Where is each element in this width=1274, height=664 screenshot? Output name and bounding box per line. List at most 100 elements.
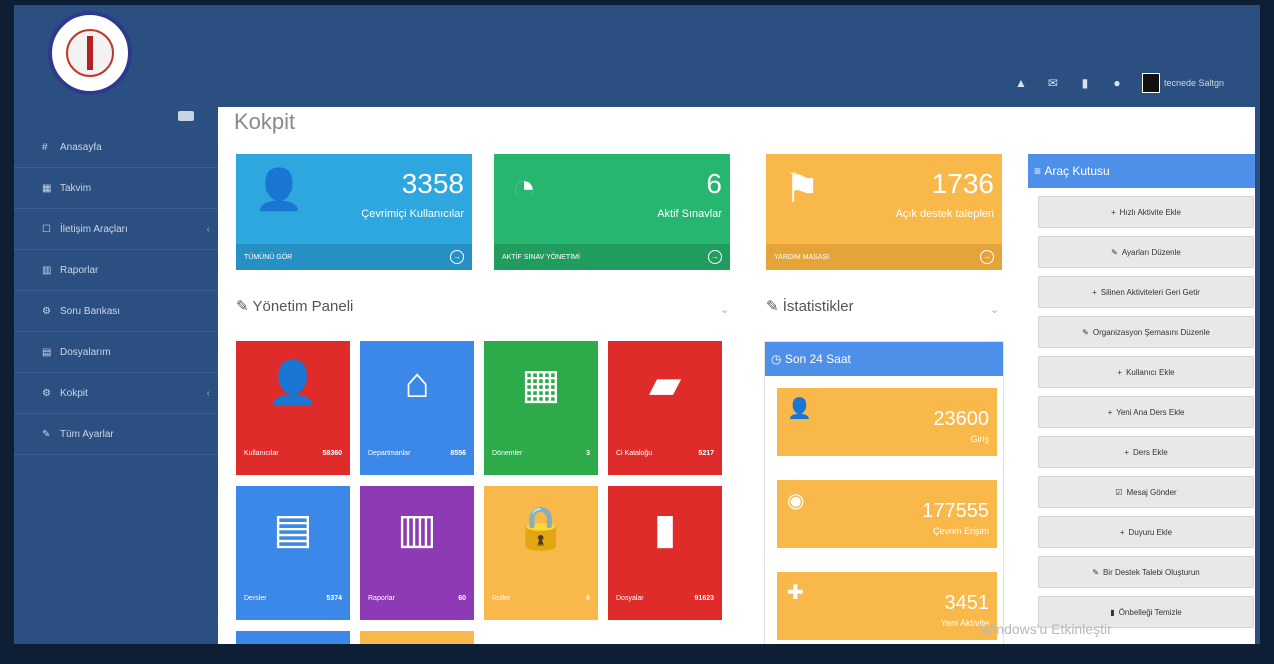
main-content: Kokpit 👤 3358 Çevrimiçi Kullanıcılar TÜM… — [218, 107, 1255, 644]
stat-footer-link[interactable]: YARDIM MASASI → — [766, 244, 1002, 270]
stat-footer-label: TÜMÜNÜ GÖR — [244, 253, 293, 261]
file-icon: ▤ — [42, 346, 52, 358]
screen: ▲ ✉ ▮ ● tecnede Saltgn # Anasayfa ▦ Takvim… — [14, 5, 1260, 644]
chat-icon[interactable]: ● — [1110, 76, 1124, 90]
tile-kullanicilar[interactable]: 👤 Kullanıcılar 58360 — [236, 341, 350, 475]
stat-footer-link[interactable]: TÜMÜNÜ GÖR → — [236, 244, 472, 270]
sidebar-item-label: Raporlar — [60, 264, 99, 276]
chart-icon: ▥ — [397, 505, 437, 552]
plus-icon: + — [1119, 527, 1125, 537]
sidebar-item-soru-bankasi[interactable]: ⚙ Soru Bankası — [14, 291, 218, 332]
tile-dersler[interactable]: ▤ Dersler 5374 — [236, 486, 350, 620]
windows-activation-watermark: Windows'u Etkinleştir — [980, 621, 1112, 637]
button-label: Silinen Aktiviteleri Geri Getir — [1100, 287, 1200, 297]
button-label: Mesaj Gönder — [1126, 487, 1177, 497]
button-label: Duyuru Ekle — [1128, 527, 1173, 537]
trash-icon: ▮ — [1110, 607, 1115, 617]
pencil-icon: ✎ — [1111, 247, 1118, 257]
sidebar-item-takvim[interactable]: ▦ Takvim — [14, 168, 218, 209]
eye-icon: ◉ — [787, 490, 805, 512]
button-label: Bir Destek Talebi Oluşturun — [1102, 567, 1200, 577]
stat-label: Açık destek talepleri — [895, 208, 994, 220]
stat-body: ◔ 6 Aktif Sınavlar — [494, 154, 730, 244]
ayarlari-duzenle-button[interactable]: ✎ Ayarları Düzenle — [1038, 236, 1254, 268]
tile-label: Raporlar — [368, 595, 395, 602]
tile-ci-katalogu[interactable]: ▰ Ci Kataloğu 5217 — [608, 341, 722, 475]
flag-icon: ⚑ — [784, 167, 820, 211]
dashboard-icon: ◔ — [512, 166, 537, 210]
message-icon: ☐ — [42, 223, 51, 235]
wrench-icon: ✎ — [42, 428, 51, 440]
stat-footer-link[interactable]: AKTİF SINAV YÖNETİMİ → — [494, 244, 730, 270]
sidebar-item-dosyalarim[interactable]: ▤ Dosyalarım — [14, 332, 218, 373]
sidebar-toggle-icon[interactable] — [178, 111, 194, 121]
mail-icon[interactable]: ✉ — [1046, 76, 1060, 90]
hizli-aktivite-ekle-button[interactable]: + Hızlı Aktivite Ekle — [1038, 196, 1254, 228]
bookmark-icon[interactable]: ▮ — [1078, 76, 1092, 90]
destek-talebi-button[interactable]: ✎ Bir Destek Talebi Oluşturun — [1038, 556, 1254, 588]
tile-value: 6 — [586, 595, 590, 602]
tile-departmanlar[interactable]: ⌂ Departmanlar 8556 — [360, 341, 474, 475]
list-icon: ≡ — [1034, 164, 1045, 178]
header-icons: ▲ ✉ ▮ ● tecnede Saltgn — [1014, 73, 1224, 93]
toolbox-heading: ≡ Araç Kutusu — [1028, 154, 1255, 188]
plus-icon: + — [1110, 207, 1116, 217]
kullanici-ekle-button[interactable]: + Kullanıcı Ekle — [1038, 356, 1254, 388]
istat-label: Çevrim Erişim — [933, 526, 989, 536]
plus-icon: + — [1117, 367, 1123, 377]
pencil-icon: ✎ — [1082, 327, 1089, 337]
arrow-right-icon: → — [450, 250, 464, 264]
sidebar-item-tum-ayarlar[interactable]: ✎ Tüm Ayarlar — [14, 414, 218, 455]
istat-value: 3451 — [944, 592, 990, 614]
book-icon: ▤ — [273, 505, 313, 552]
tile-label: Dosyalar — [616, 595, 644, 602]
yonetim-paneli-title: ✎ Yönetim Paneli — [236, 297, 353, 315]
arrow-right-icon: → — [708, 250, 722, 264]
sidebar-item-raporlar[interactable]: ▥ Raporlar — [14, 250, 218, 291]
organizasyon-semasi-button[interactable]: ✎ Organizasyon Şemasını Düzenle — [1038, 316, 1254, 348]
tile-label: Ci Kataloğu — [616, 450, 653, 457]
sidebar-item-kokpit[interactable]: ⚙ Kokpit ‹ — [14, 373, 218, 414]
yeni-ana-ders-button[interactable]: + Yeni Ana Ders Ekle — [1038, 396, 1254, 428]
toolbox-title: Araç Kutusu — [1044, 164, 1110, 178]
button-label: Ayarları Düzenle — [1121, 247, 1181, 257]
sidebar-item-anasayfa[interactable]: # Anasayfa — [14, 127, 218, 168]
stat-online-users: 👤 3358 Çevrimiçi Kullanıcılar TÜMÜNÜ GÖR… — [236, 154, 472, 270]
user-menu[interactable]: tecnede Saltgn — [1141, 73, 1224, 93]
sidebar-item-label: Tüm Ayarlar — [60, 428, 114, 440]
istatistikler-title: ✎ İstatistikler — [766, 297, 854, 315]
home-icon: # — [42, 141, 48, 153]
logo-emblem — [66, 29, 114, 77]
stat-footer-label: YARDIM MASASI — [774, 253, 830, 261]
tile-value: 91623 — [694, 595, 714, 602]
duyuru-ekle-button[interactable]: + Duyuru Ekle — [1038, 516, 1254, 548]
sidebar-item-label: Dosyalarım — [60, 346, 111, 358]
ders-ekle-button[interactable]: + Ders Ekle — [1038, 436, 1254, 468]
message-icon: ☑ — [1115, 487, 1123, 497]
button-label: Önbelleği Temizle — [1118, 607, 1182, 617]
mesaj-gonder-button[interactable]: ☑ Mesaj Gönder — [1038, 476, 1254, 508]
warning-icon[interactable]: ▲ — [1014, 76, 1028, 90]
istat-card-erisim: ◉ 177555 Çevrim Erişim — [777, 480, 997, 548]
tile-partial[interactable] — [236, 631, 350, 644]
tile-dosyalar[interactable]: ▮ Dosyalar 91623 — [608, 486, 722, 620]
stat-footer-label: AKTİF SINAV YÖNETİMİ — [502, 253, 580, 261]
istatistik-panel: ◷ Son 24 Saat 👤 23600 Giriş ◉ 177555 Çev… — [764, 341, 1004, 644]
chevron-down-icon[interactable]: ⌄ — [720, 303, 729, 316]
tile-partial[interactable] — [360, 631, 474, 644]
tile-value: 3 — [586, 450, 590, 457]
wrench-icon: ✎ — [766, 298, 783, 315]
tile-roller[interactable]: 🔒 Roller 6 — [484, 486, 598, 620]
tile-raporlar[interactable]: ▥ Raporlar 60 — [360, 486, 474, 620]
user-icon: 👤 — [266, 359, 320, 406]
silinen-aktiviteler-button[interactable]: + Silinen Aktiviteleri Geri Getir — [1038, 276, 1254, 308]
tile-value: 5217 — [698, 450, 714, 457]
sidebar-item-iletisim[interactable]: ☐ İletişim Araçları ‹ — [14, 209, 218, 250]
university-logo[interactable] — [48, 11, 132, 95]
tile-value: 58360 — [322, 450, 342, 457]
section-title-text: İstatistikler — [782, 298, 854, 315]
chevron-down-icon[interactable]: ⌄ — [990, 303, 999, 316]
sidebar-item-label: İletişim Araçları — [60, 223, 128, 235]
tile-donemler[interactable]: ▦ Dönemler 3 — [484, 341, 598, 475]
gear-icon: ⚙ — [42, 387, 51, 399]
